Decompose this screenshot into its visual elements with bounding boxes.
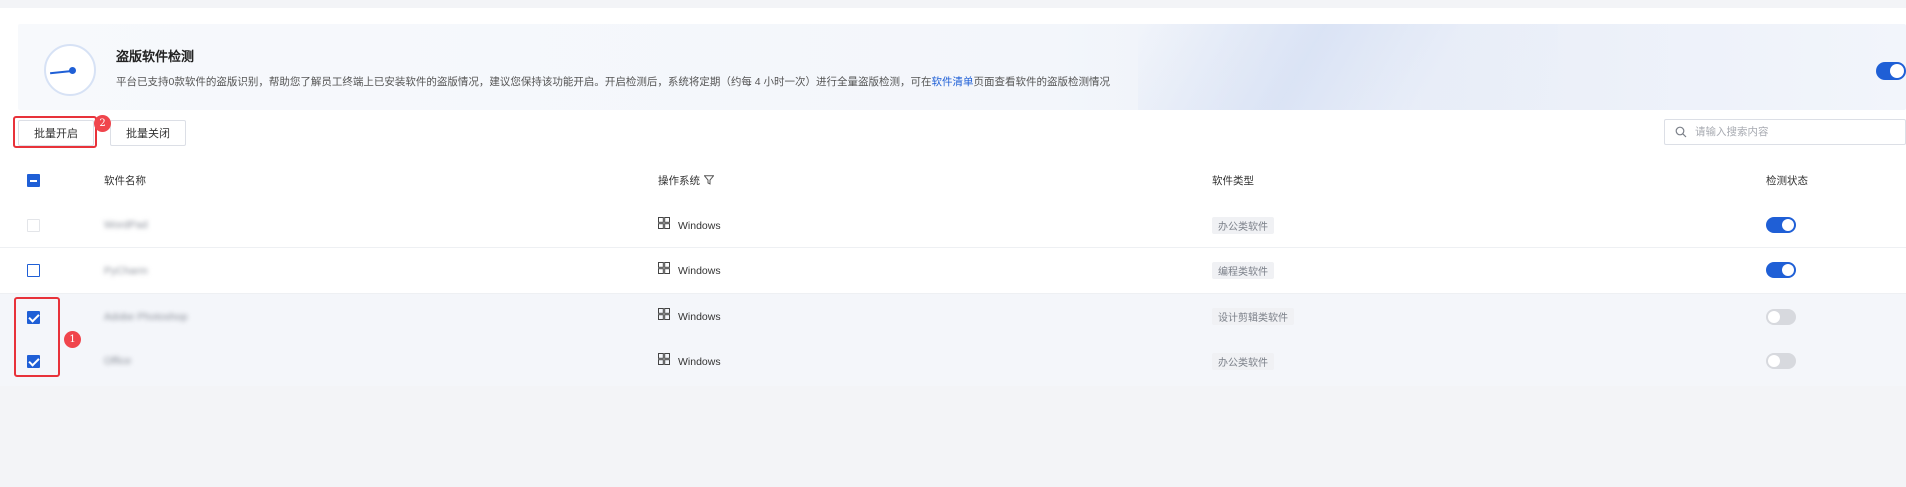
os-label: Windows bbox=[678, 265, 721, 277]
software-name: Adobe Photoshop bbox=[104, 311, 188, 323]
windows-icon bbox=[658, 353, 670, 365]
windows-icon bbox=[658, 217, 670, 229]
column-header-os: 操作系统 bbox=[658, 175, 700, 187]
banner-desc-text: 平台已支持0款软件的盗版识别，帮助您了解员工终端上已安装软件的盗版情况，建议您保… bbox=[116, 76, 932, 88]
step-badge-1: 1 bbox=[64, 331, 81, 348]
software-type-tag: 办公类软件 bbox=[1212, 353, 1274, 370]
software-type-tag: 办公类软件 bbox=[1212, 217, 1274, 234]
search-icon bbox=[1675, 126, 1687, 138]
filter-icon[interactable] bbox=[704, 175, 714, 185]
search-input[interactable] bbox=[1695, 124, 1895, 140]
os-label: Windows bbox=[678, 220, 721, 232]
software-name: WordPad bbox=[104, 219, 148, 231]
banner-title: 盗版软件检测 bbox=[116, 49, 195, 64]
select-all-checkbox[interactable] bbox=[27, 174, 40, 187]
table-row: WordPad Windows 办公类软件 bbox=[0, 202, 1906, 248]
table-row: Office Windows 办公类软件 bbox=[0, 340, 1906, 386]
banner-desc-tail: 页面查看软件的盗版检测情况 bbox=[973, 76, 1111, 88]
software-name: Office bbox=[104, 355, 132, 367]
highlight-box-batch-enable bbox=[13, 116, 97, 148]
software-name: PyCharm bbox=[104, 265, 148, 277]
piracy-detection-banner: 盗版软件检测 平台已支持0款软件的盗版识别，帮助您了解员工终端上已安装软件的盗版… bbox=[18, 24, 1906, 110]
detect-status-toggle[interactable] bbox=[1766, 353, 1796, 369]
os-label: Windows bbox=[678, 356, 721, 368]
top-strip bbox=[0, 0, 1906, 8]
column-header-type: 软件类型 bbox=[1212, 175, 1254, 187]
column-header-name: 软件名称 bbox=[104, 175, 146, 187]
gauge-icon bbox=[44, 44, 96, 96]
column-header-status: 检测状态 bbox=[1766, 175, 1808, 187]
software-type-tag: 编程类软件 bbox=[1212, 262, 1274, 279]
detect-status-toggle[interactable] bbox=[1766, 217, 1796, 233]
detect-status-toggle[interactable] bbox=[1766, 309, 1796, 325]
os-label: Windows bbox=[678, 311, 721, 323]
software-type-tag: 设计剪辑类软件 bbox=[1212, 308, 1294, 325]
software-list-link[interactable]: 软件清单 bbox=[932, 76, 974, 88]
gauge-dot bbox=[69, 67, 76, 74]
piracy-detection-toggle[interactable] bbox=[1876, 62, 1906, 80]
step-badge-2: 2 bbox=[94, 115, 111, 132]
table-row: PyCharm Windows 编程类软件 bbox=[0, 248, 1906, 294]
search-box[interactable] bbox=[1664, 119, 1906, 145]
highlight-box-checkboxes bbox=[14, 297, 60, 377]
banner-description: 平台已支持0款软件的盗版识别，帮助您了解员工终端上已安装软件的盗版情况，建议您保… bbox=[116, 74, 1110, 89]
banner-decoration bbox=[1138, 24, 1558, 110]
batch-disable-button[interactable]: 批量关闭 bbox=[110, 120, 186, 146]
detect-status-toggle[interactable] bbox=[1766, 262, 1796, 278]
windows-icon bbox=[658, 308, 670, 320]
table-row: Adobe Photoshop Windows 设计剪辑类软件 bbox=[0, 294, 1906, 340]
row-checkbox[interactable] bbox=[27, 219, 40, 232]
windows-icon bbox=[658, 262, 670, 274]
row-checkbox[interactable] bbox=[27, 264, 40, 277]
